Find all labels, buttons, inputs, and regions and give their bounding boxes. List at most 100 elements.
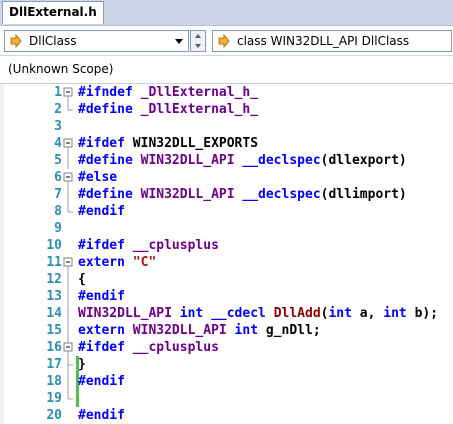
- code-line[interactable]: 1 #ifndef _DllExternal_h_: [0, 84, 453, 101]
- code-token: int: [328, 306, 352, 321]
- outline-guide: [67, 271, 69, 288]
- tab-dllexternal-h[interactable]: DllExternal.h: [2, 1, 104, 24]
- collapse-icon[interactable]: [63, 135, 74, 152]
- code-token: _DllExternal_h_: [140, 102, 259, 117]
- outline-guide: [63, 118, 74, 135]
- code-text: extern "C": [78, 254, 156, 271]
- code-line[interactable]: 14 WIN32DLL_API int __cdecl DllAdd(int a,…: [0, 305, 453, 322]
- code-token: }: [78, 357, 86, 372]
- line-number: 4: [54, 136, 62, 151]
- line-number: 2: [54, 102, 62, 117]
- code-token: WIN32DLL_API: [132, 323, 227, 338]
- code-line[interactable]: 2 #define _DllExternal_h_: [0, 101, 453, 118]
- outline-guide: [67, 373, 69, 390]
- code-line[interactable]: 16 #ifdef __cplusplus: [0, 339, 453, 356]
- code-text: #endif: [78, 373, 125, 390]
- line-number: 10: [46, 238, 62, 253]
- code-token: #ifdef: [78, 238, 133, 253]
- collapse-icon[interactable]: [63, 84, 74, 101]
- code-line[interactable]: 8 #endif: [0, 203, 453, 220]
- line-number: 9: [54, 221, 62, 236]
- code-token: DllAdd: [273, 306, 321, 321]
- code-token: extern: [78, 255, 133, 270]
- line-number: 8: [54, 204, 62, 219]
- code-token: #endif: [78, 408, 125, 423]
- line-number: 1: [54, 85, 62, 100]
- code-token: "C": [132, 255, 157, 270]
- spin-up-icon[interactable]: [191, 31, 205, 41]
- line-number: 15: [46, 323, 62, 338]
- code-token: {: [78, 272, 86, 287]
- member-dropdown-value: class WIN32DLL_API DllClass: [237, 34, 410, 48]
- code-token: extern: [78, 323, 133, 338]
- code-token: #endif: [78, 289, 125, 304]
- code-token: __declspec: [242, 187, 321, 202]
- collapse-icon[interactable]: [63, 254, 74, 271]
- outline-guide: [67, 101, 73, 111]
- code-token: #else: [78, 170, 118, 185]
- line-number: 7: [54, 187, 62, 202]
- change-tracking-bar: [76, 220, 79, 237]
- code-line[interactable]: 11 extern "C": [0, 254, 453, 271]
- code-line[interactable]: 19: [0, 390, 453, 407]
- outline-guide: [67, 356, 73, 373]
- code-token: a,: [351, 306, 384, 321]
- member-dropdown[interactable]: class WIN32DLL_API DllClass: [212, 30, 452, 52]
- outline-guide: [63, 220, 74, 237]
- outline-guide: [67, 186, 69, 203]
- code-text: {: [78, 271, 86, 288]
- code-token: int: [234, 323, 259, 338]
- code-token: WIN32DLL_API: [140, 153, 235, 168]
- code-line[interactable]: 9: [0, 220, 453, 237]
- code-token: WIN32DLL_API: [78, 306, 172, 321]
- scope-bar[interactable]: (Unknown Scope): [0, 56, 453, 84]
- code-line[interactable]: 6 #else: [0, 169, 453, 186]
- line-number: 17: [46, 357, 62, 372]
- collapse-icon[interactable]: [63, 339, 74, 356]
- collapse-icon[interactable]: [63, 169, 74, 186]
- code-token: _DllExternal_h_: [140, 85, 259, 100]
- code-line[interactable]: 18 #endif: [0, 373, 453, 390]
- code-text: #define _DllExternal_h_: [78, 101, 258, 118]
- code-line[interactable]: 17}: [0, 356, 453, 373]
- class-dropdown-value: DllClass: [29, 34, 77, 48]
- code-token: #define: [78, 187, 141, 202]
- code-token: #endif: [78, 374, 125, 389]
- line-number: 13: [46, 289, 62, 304]
- code-token: int: [179, 306, 204, 321]
- outline-guide: [67, 390, 73, 400]
- class-dropdown[interactable]: DllClass: [4, 30, 189, 52]
- line-number: 11: [46, 255, 62, 270]
- line-number: 14: [46, 306, 62, 321]
- code-text: WIN32DLL_API int __cdecl DllAdd(int a, i…: [78, 305, 438, 322]
- line-number: 18: [46, 374, 62, 389]
- code-token: (dllimport): [320, 187, 407, 202]
- class-arrow-icon: [218, 33, 230, 49]
- code-text: #ifdef __cplusplus: [78, 339, 219, 356]
- code-editor[interactable]: 1 #ifndef _DllExternal_h_ 2 #define _DllExt…: [0, 84, 453, 424]
- code-line[interactable]: 13 #endif: [0, 288, 453, 305]
- code-token: g_nDll;: [258, 323, 321, 338]
- code-line[interactable]: 7 #define WIN32DLL_API __declspec(dllimpo…: [0, 186, 453, 203]
- code-text: #ifdef WIN32DLL_EXPORTS: [78, 135, 258, 152]
- code-line[interactable]: 12 {: [0, 271, 453, 288]
- outline-guide: [63, 237, 74, 254]
- line-number: 20: [46, 408, 62, 423]
- spin-down-icon[interactable]: [191, 41, 205, 51]
- chevron-down-icon[interactable]: [171, 32, 187, 50]
- code-line[interactable]: 5 #define WIN32DLL_API __declspec(dllexpo…: [0, 152, 453, 169]
- code-text: #else: [78, 169, 117, 186]
- code-line[interactable]: 20 #endif: [0, 407, 453, 424]
- code-line[interactable]: 4 #ifdef WIN32DLL_EXPORTS: [0, 135, 453, 152]
- code-line[interactable]: 10 #ifdef __cplusplus: [0, 237, 453, 254]
- code-token: #endif: [78, 204, 125, 219]
- split-spinner[interactable]: [190, 30, 206, 52]
- outline-guide: [67, 203, 73, 213]
- code-token: WIN32DLL_API: [140, 187, 235, 202]
- code-line[interactable]: 3: [0, 118, 453, 135]
- code-line[interactable]: 15 extern WIN32DLL_API int g_nDll;: [0, 322, 453, 339]
- code-token: WIN32DLL_EXPORTS: [132, 136, 259, 151]
